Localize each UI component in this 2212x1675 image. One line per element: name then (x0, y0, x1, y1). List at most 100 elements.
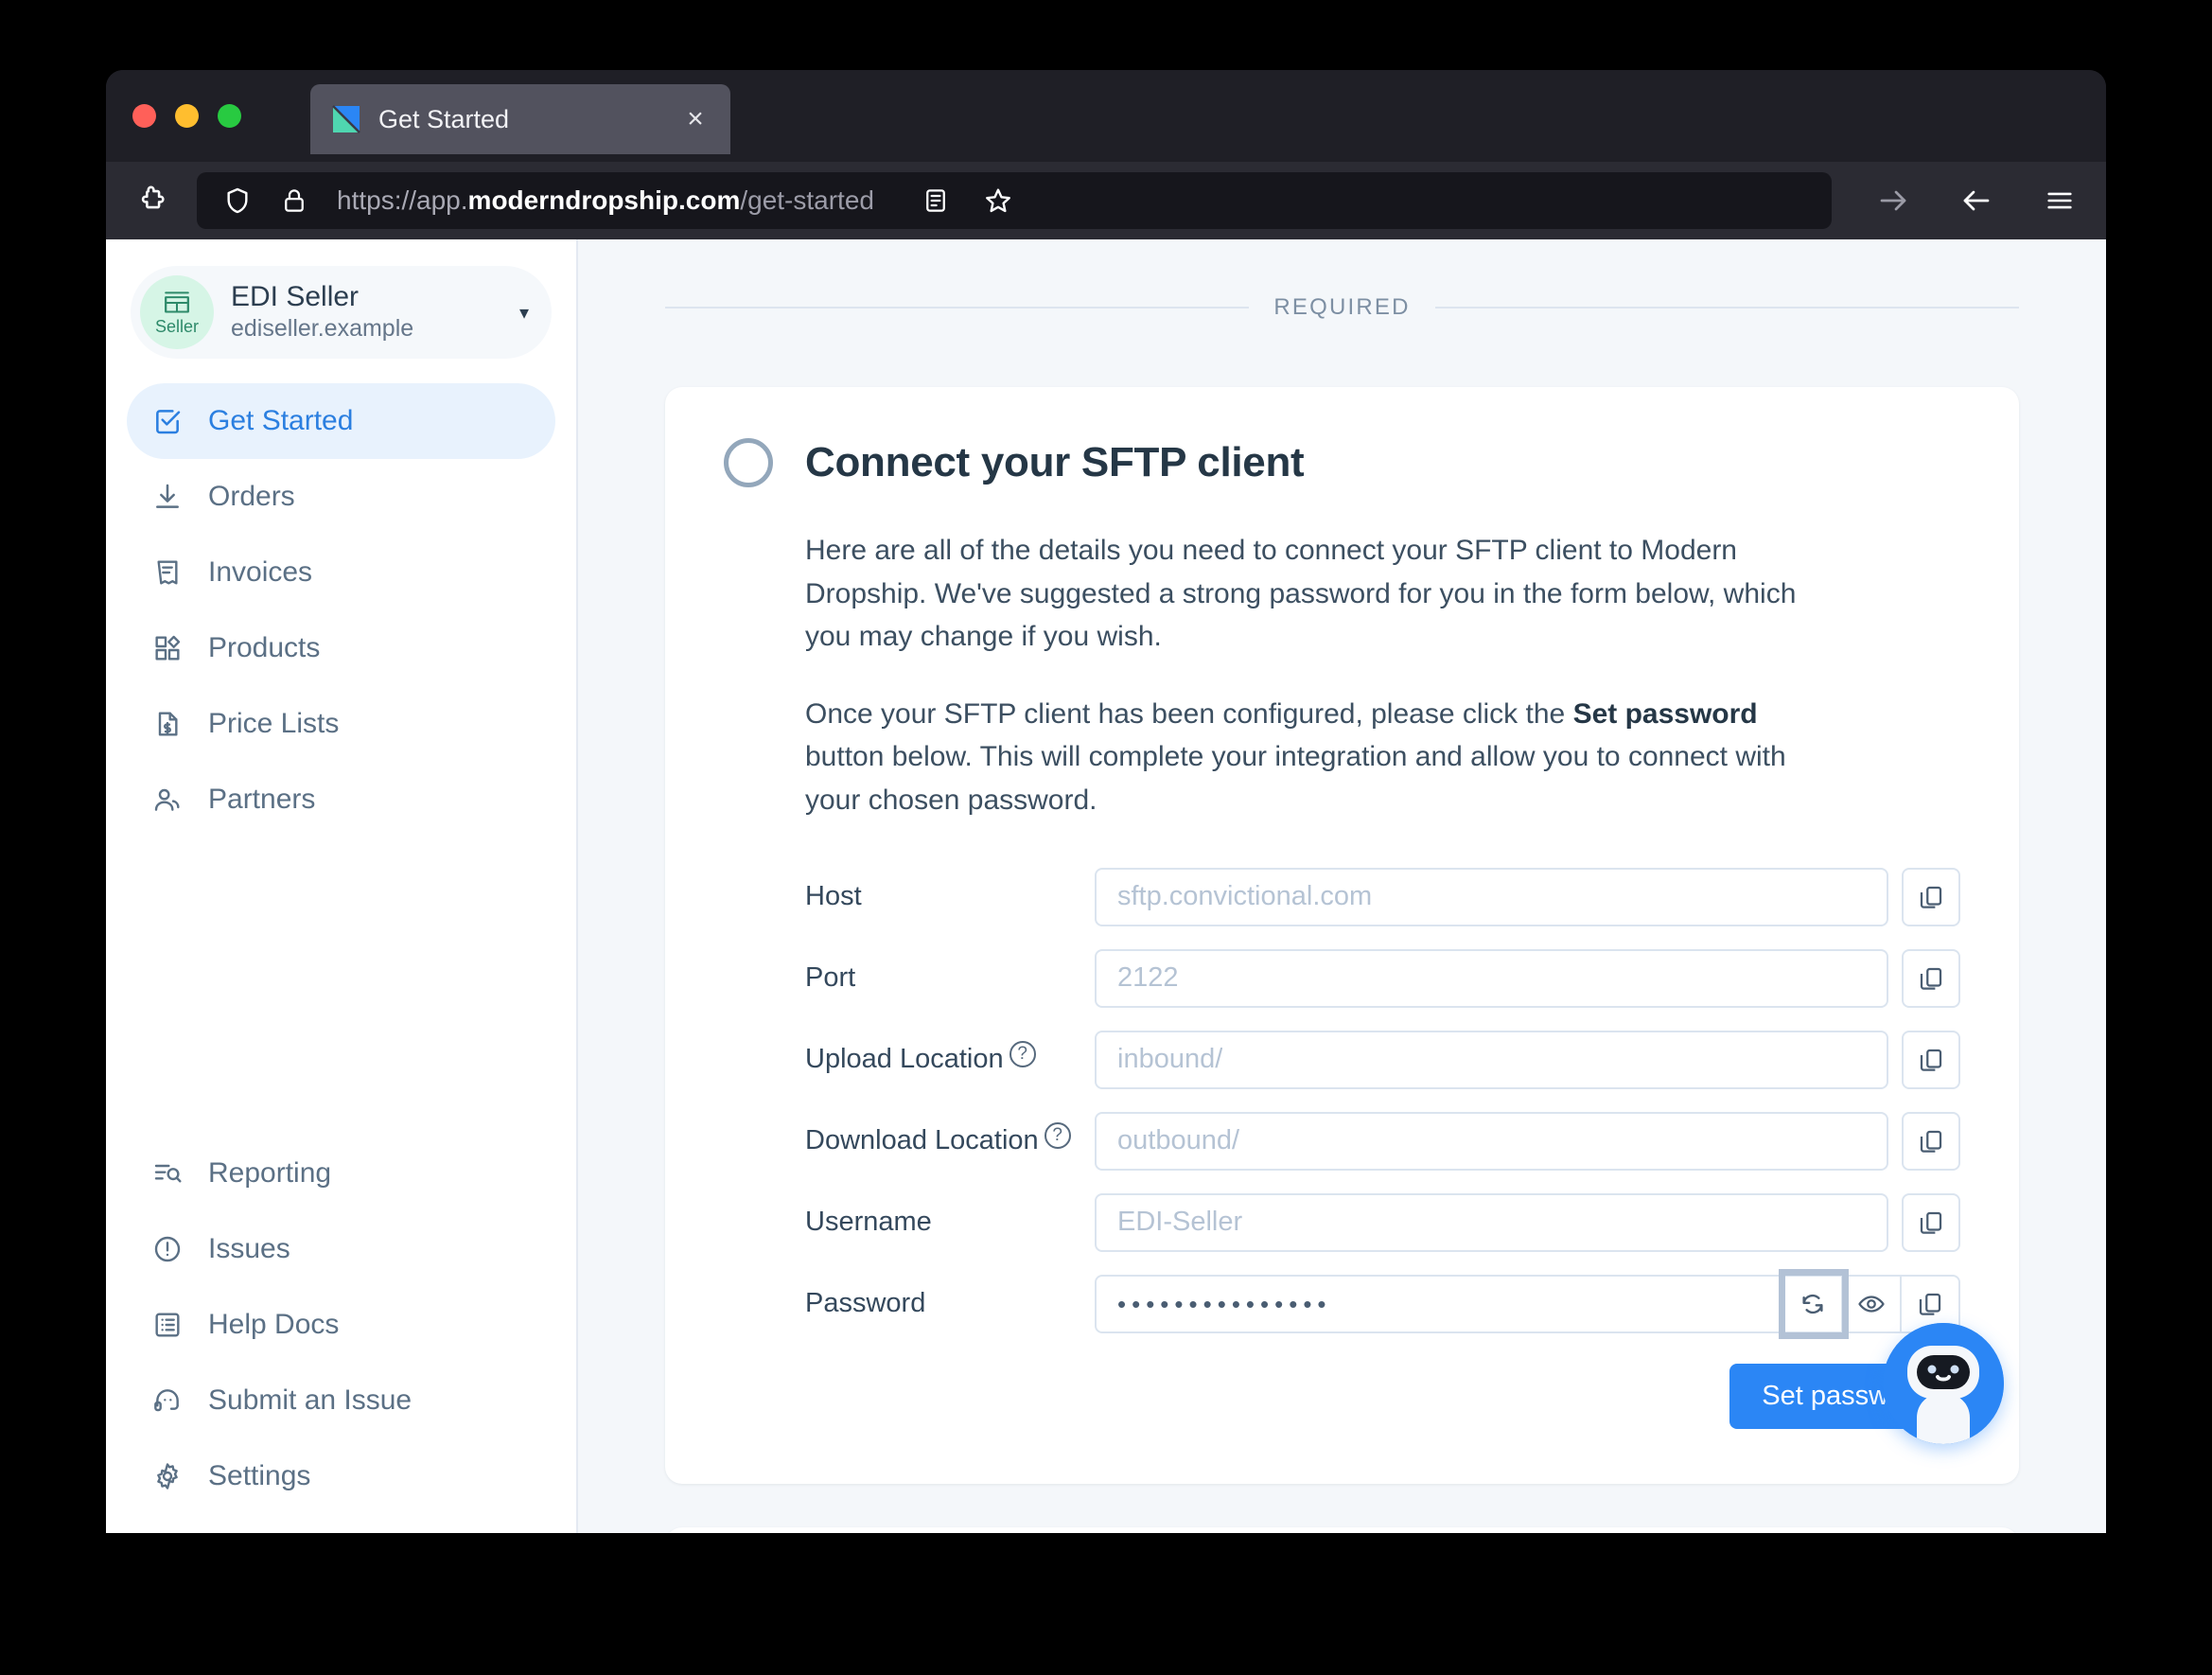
document-dollar-icon (151, 708, 184, 740)
sidebar-item-label: Products (208, 632, 321, 663)
extension-puzzle-icon[interactable] (132, 181, 172, 220)
divider-line-left (665, 307, 1250, 309)
csv-upload-card: Upload your sample CSV file (665, 1526, 2019, 1533)
sidebar-item-partners[interactable]: Partners (127, 762, 555, 838)
chevron-down-icon[interactable]: ▾ (519, 301, 529, 325)
sidebar-item-price-lists[interactable]: Price Lists (127, 686, 555, 762)
maximize-window-button[interactable] (218, 104, 241, 128)
url-scheme: https://app. (337, 185, 468, 215)
section-divider: REQUIRED (665, 239, 2019, 321)
help-icon[interactable]: ? (1009, 1040, 1036, 1067)
paragraph-2-suffix: button below. This will complete your in… (805, 741, 1786, 816)
download-tray-icon (151, 481, 184, 513)
field-label: Download Location (805, 1124, 1039, 1155)
card-header: Connect your SFTP client (724, 438, 1960, 487)
browser-toolbar: https://app.moderndropship.com/get-start… (106, 162, 2106, 239)
sidebar-item-label: Reporting (208, 1157, 332, 1189)
address-bar-text: https://app.moderndropship.com/get-start… (337, 185, 874, 216)
forward-arrow-icon[interactable] (1873, 181, 1913, 220)
form-row-host: Host sftp.convictional.com (805, 867, 1960, 926)
field-group: inbound/ (1095, 1030, 1960, 1089)
sidebar-item-label: Get Started (208, 405, 354, 436)
refresh-cycle-icon[interactable] (1779, 1268, 1849, 1339)
browser-window: Get Started × https://app.moderndropship… (106, 70, 2106, 1533)
sidebar-item-orders[interactable]: Orders (127, 459, 555, 535)
browser-tab[interactable]: Get Started × (310, 84, 730, 154)
sidebar-item-invoices[interactable]: Invoices (127, 535, 555, 610)
receipt-icon (151, 556, 184, 589)
browser-titlebar: Get Started × (106, 70, 2106, 162)
username-input[interactable]: EDI-Seller (1095, 1192, 1888, 1252)
main-content: REQUIRED Connect your SFTP client Here a… (578, 239, 2106, 1533)
copy-icon[interactable] (1902, 867, 1960, 926)
divider-line-right (1434, 307, 2019, 309)
lock-icon[interactable] (274, 181, 314, 220)
form-row-port: Port 2122 (805, 948, 1960, 1008)
download-location-input[interactable]: outbound/ (1095, 1111, 1888, 1171)
reader-view-icon[interactable] (916, 181, 956, 220)
app-logo-icon (331, 104, 361, 134)
field-label: Host (805, 880, 862, 911)
back-arrow-icon[interactable] (1957, 181, 1996, 220)
host-input[interactable]: sftp.convictional.com (1095, 867, 1888, 926)
page-content: Seller EDI Seller ediseller.example ▾ Ge… (106, 239, 2106, 1533)
account-badge-label: Seller (154, 316, 200, 336)
sidebar-item-settings[interactable]: Settings (127, 1438, 555, 1514)
field-label-wrap: Download Location ? (805, 1121, 1095, 1159)
sidebar-item-label: Price Lists (208, 708, 340, 739)
copy-icon[interactable] (1902, 1030, 1960, 1089)
copy-icon[interactable] (1902, 1111, 1960, 1171)
window-controls (132, 104, 241, 128)
sidebar-item-label: Help Docs (208, 1309, 340, 1340)
sidebar-item-label: Orders (208, 481, 295, 512)
close-icon[interactable]: × (681, 105, 710, 133)
sidebar-item-products[interactable]: Products (127, 610, 555, 686)
sidebar-item-label: Issues (208, 1233, 290, 1264)
paragraph-2-prefix: Once your SFTP client has been configure… (805, 697, 1573, 730)
sidebar-item-submit-an-issue[interactable]: Submit an Issue (127, 1363, 555, 1438)
field-group: sftp.convictional.com (1095, 867, 1960, 926)
shield-icon[interactable] (218, 181, 257, 220)
card-body: Here are all of the details you need to … (724, 529, 1960, 1429)
avatar: Seller (140, 275, 214, 349)
account-info: EDI Seller ediseller.example (231, 281, 519, 344)
sidebar-item-help-docs[interactable]: Help Docs (127, 1287, 555, 1363)
port-input[interactable]: 2122 (1095, 948, 1888, 1008)
eye-icon[interactable] (1843, 1274, 1902, 1333)
minimize-window-button[interactable] (175, 104, 199, 128)
sidebar: Seller EDI Seller ediseller.example ▾ Ge… (106, 239, 578, 1533)
field-label: Port (805, 961, 856, 993)
chat-widget-button[interactable] (1883, 1323, 2004, 1444)
sidebar-item-issues[interactable]: Issues (127, 1211, 555, 1287)
copy-icon[interactable] (1902, 948, 1960, 1008)
sftp-card: Connect your SFTP client Here are all of… (665, 387, 2019, 1484)
paragraph-2-emphasis: Set password (1572, 697, 1758, 730)
form-row-upload-location: Upload Location ? inbound/ (805, 1030, 1960, 1089)
address-bar[interactable]: https://app.moderndropship.com/get-start… (197, 172, 1832, 229)
upload-location-input-placeholder: inbound/ (1117, 1044, 1223, 1075)
account-name: EDI Seller (231, 281, 360, 313)
browser-navigation (1873, 181, 2080, 220)
sidebar-item-reporting[interactable]: Reporting (127, 1136, 555, 1211)
gear-icon (151, 1460, 184, 1492)
copy-icon[interactable] (1902, 1192, 1960, 1252)
help-icon[interactable]: ? (1044, 1121, 1071, 1149)
address-bar-actions (916, 181, 1022, 220)
sidebar-secondary-nav: Reporting Issues Help Docs Submit an Iss… (106, 1136, 576, 1533)
bookmark-star-icon[interactable] (978, 181, 1018, 220)
upload-location-input[interactable]: inbound/ (1095, 1030, 1888, 1089)
close-window-button[interactable] (132, 104, 156, 128)
step-status-circle-icon (724, 438, 773, 487)
sidebar-item-label: Partners (208, 784, 316, 815)
url-path: /get-started (740, 185, 874, 215)
field-label: Upload Location (805, 1043, 1004, 1074)
card-title: Connect your SFTP client (805, 439, 1305, 485)
sidebar-item-get-started[interactable]: Get Started (127, 383, 555, 459)
account-switcher[interactable]: Seller EDI Seller ediseller.example ▾ (131, 266, 552, 359)
browser-tab-title: Get Started (378, 104, 510, 133)
list-search-icon (151, 1157, 184, 1190)
username-input-placeholder: EDI-Seller (1117, 1207, 1243, 1238)
sidebar-item-label: Submit an Issue (208, 1384, 413, 1416)
hamburger-menu-icon[interactable] (2040, 181, 2080, 220)
password-input[interactable]: ••••••••••••••• (1095, 1274, 1784, 1333)
